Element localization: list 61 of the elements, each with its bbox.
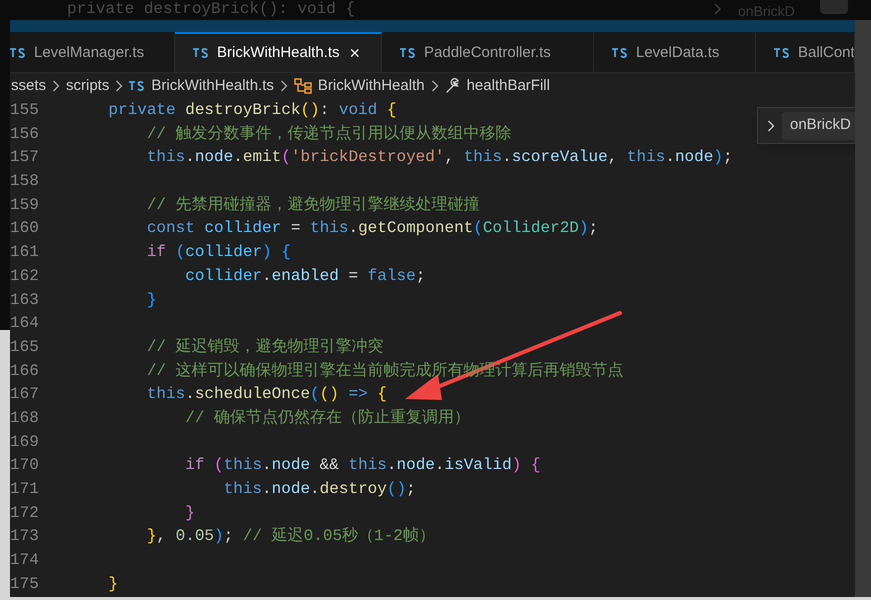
code-line: this.node.destroy(); <box>222 479 416 500</box>
code-line: } <box>107 574 118 595</box>
line-number: 158 <box>10 171 38 192</box>
line-number: 169 <box>10 432 38 453</box>
line-number: 171 <box>10 479 38 500</box>
line-number: 175 <box>10 574 38 595</box>
line-number: 172 <box>10 502 38 524</box>
code-line: if (this.node && this.node.isValid) { <box>184 455 541 476</box>
code-line: this.scheduleOnce(() => { <box>146 384 387 406</box>
line-number: 159 <box>10 194 38 216</box>
editor-tab[interactable]: LevelManager.ts <box>10 32 175 72</box>
class-icon <box>294 78 312 94</box>
code-line: this.node.emit('brickDestroyed', this.scoreValue, this.node); <box>146 147 733 168</box>
line-number: 156 <box>10 124 38 145</box>
line-number: 163 <box>10 290 38 310</box>
line-number: 167 <box>10 384 38 406</box>
breadcrumb-item[interactable]: BrickWithHealth <box>294 74 425 98</box>
line-number: 166 <box>10 360 38 382</box>
typescript-file-icon <box>774 48 790 58</box>
breadcrumb-item[interactable]: scripts <box>66 74 110 98</box>
breadcrumb-item[interactable]: BrickWithHealth.ts <box>129 74 274 98</box>
breadcrumb-item[interactable]: ssets <box>11 74 46 98</box>
chevron-icon <box>712 2 724 16</box>
chevron-icon <box>280 80 288 92</box>
code-line: } <box>146 290 156 310</box>
code-line: if (collider) { <box>146 242 291 264</box>
line-number: 168 <box>10 408 38 429</box>
line-number: 170 <box>10 455 38 476</box>
line-number: 173 <box>10 526 38 548</box>
code-line: const collider = this.getComponent(Collider2D); <box>146 218 598 240</box>
typescript-file-icon <box>10 48 26 58</box>
find-input[interactable]: onBrickD <box>782 112 855 140</box>
typescript-file-icon <box>612 48 628 58</box>
wrench-icon <box>444 78 461 94</box>
typescript-file-icon <box>400 48 416 58</box>
typescript-file-icon <box>193 48 209 58</box>
chevron-icon <box>430 80 439 92</box>
code-line: collider.enabled = false; <box>184 266 426 287</box>
chevron-icon <box>52 80 60 92</box>
code-line: } <box>184 502 195 524</box>
code-line: // 延迟销毁，避免物理引擎冲突 <box>146 336 384 358</box>
chevron-icon <box>115 80 124 92</box>
line-number: 174 <box>10 550 38 572</box>
line-number: 155 <box>10 100 38 121</box>
close-button[interactable]: × <box>350 44 360 62</box>
chevron-icon[interactable] <box>767 118 775 132</box>
line-number: 157 <box>10 147 38 168</box>
typescript-file-icon <box>129 81 146 91</box>
line-number: 164 <box>10 313 38 334</box>
breadcrumb-item[interactable]: healthBarFill <box>444 74 550 98</box>
code-line: // 触发分数事件，传递节点引用以便从数组中移除 <box>146 124 512 145</box>
line-number: 161 <box>10 242 38 264</box>
line-number: 165 <box>10 336 38 358</box>
editor-tab[interactable]: BrickWithHealth.ts × <box>175 32 382 72</box>
code-line: // 确保节点仍然存在（防止重复调用） <box>184 408 470 429</box>
line-number: 162 <box>10 266 38 287</box>
code-line: // 先禁用碰撞器，避免物理引擎继续处理碰撞 <box>146 194 480 216</box>
code-line: }, 0.05); // 延迟0.05秒（1-2帧） <box>146 526 435 548</box>
faded-code-line: private destroyBrick(): void { <box>67 0 356 18</box>
line-number: 160 <box>10 218 38 240</box>
code-line: private destroyBrick(): void { <box>107 100 396 121</box>
